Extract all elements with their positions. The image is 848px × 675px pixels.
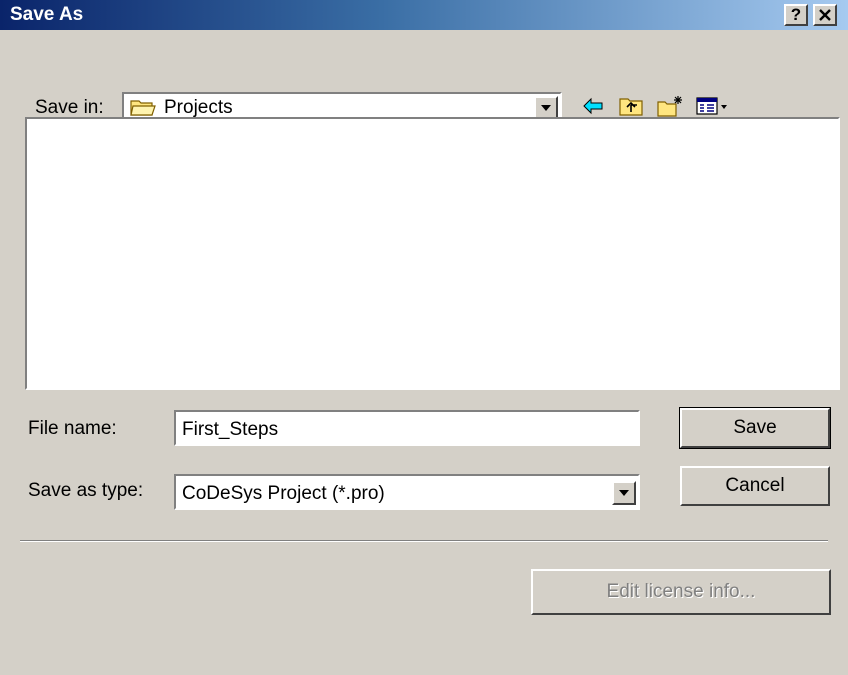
close-button[interactable]: [813, 4, 837, 26]
file-name-value: First_Steps: [182, 419, 279, 440]
title-bar: Save As ?: [0, 0, 848, 30]
save-button[interactable]: Save: [679, 407, 831, 449]
up-folder-icon: [619, 98, 643, 116]
save-as-type-value: CoDeSys Project (*.pro): [182, 483, 385, 504]
file-name-label: File name:: [28, 418, 117, 439]
save-in-label: Save in:: [35, 97, 104, 118]
window-title: Save As: [10, 4, 84, 25]
cancel-button[interactable]: Cancel: [680, 466, 830, 506]
save-in-value: Projects: [164, 97, 233, 118]
new-folder-button[interactable]: [656, 94, 684, 118]
edit-license-button[interactable]: Edit license info...: [531, 569, 831, 615]
back-button[interactable]: [580, 94, 608, 118]
save-as-type-label: Save as type:: [28, 480, 144, 501]
view-menu-button[interactable]: [694, 94, 734, 118]
file-list[interactable]: [25, 117, 840, 390]
new-folder-icon: [657, 96, 682, 117]
save-as-type-dropdown[interactable]: CoDeSys Project (*.pro): [174, 474, 640, 510]
separator: [20, 540, 828, 542]
up-one-level-button[interactable]: [618, 94, 646, 118]
file-name-field[interactable]: First_Steps: [174, 410, 640, 446]
close-icon: [819, 9, 831, 21]
help-button[interactable]: ?: [784, 4, 808, 26]
folder-icon: [130, 100, 156, 116]
back-arrow-icon: [583, 97, 603, 115]
view-menu-icon: [696, 97, 727, 115]
save-as-type-dropdown-button[interactable]: [612, 481, 636, 505]
